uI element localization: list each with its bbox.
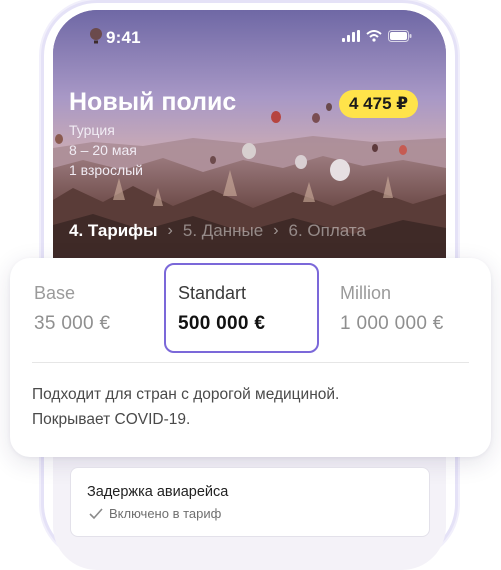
wifi-icon	[366, 30, 382, 42]
plan-option-million[interactable]: Million 1 000 000 €	[326, 263, 481, 353]
trip-country: Турция	[69, 122, 115, 138]
check-icon	[89, 507, 103, 519]
tariff-selector-card: Base 35 000 € Standart 500 000 € Million…	[10, 258, 491, 457]
trip-dates: 8 – 20 мая	[69, 142, 137, 158]
plan-option-base[interactable]: Base 35 000 €	[20, 263, 175, 353]
cellular-signal-icon	[342, 30, 360, 42]
plan-name: Million	[340, 283, 392, 303]
battery-icon	[388, 30, 412, 42]
trip-travelers: 1 взрослый	[69, 162, 143, 178]
plan-name: Standart	[178, 283, 247, 303]
plan-coverage: 35 000 €	[34, 313, 111, 334]
balloon-logo-icon	[90, 28, 102, 44]
policy-title: Новый полис	[69, 88, 237, 116]
plan-description-line: Подходит для стран с дорогой медициной.	[32, 386, 340, 403]
step-tariffs[interactable]: 4. Тарифы	[69, 221, 158, 241]
status-time: 9:41	[106, 28, 141, 47]
option-status-text: Включено в тариф	[109, 506, 222, 521]
option-status: Включено в тариф	[89, 506, 221, 521]
option-card-flight-delay[interactable]: Задержка авиарейса Включено в тариф	[70, 467, 430, 537]
option-title: Задержка авиарейса	[87, 484, 229, 500]
status-bar: 9:41	[53, 10, 446, 54]
step-payment[interactable]: 6. Оплата	[289, 221, 366, 241]
plan-name: Base	[34, 283, 76, 303]
chevron-right-icon: ›	[167, 222, 173, 239]
chevron-right-icon: ›	[273, 222, 279, 239]
status-icons	[342, 30, 412, 42]
price-badge: 4 475 ₽	[339, 90, 419, 118]
plan-coverage: 1 000 000 €	[340, 313, 444, 334]
divider	[32, 362, 469, 363]
plan-description-line: Покрывает COVID-19.	[32, 411, 191, 428]
step-data[interactable]: 5. Данные	[183, 221, 263, 241]
plan-option-standart[interactable]: Standart 500 000 €	[164, 263, 319, 353]
checkout-steps: 4. Тарифы › 5. Данные › 6. Оплата	[69, 221, 366, 241]
plan-coverage: 500 000 €	[178, 313, 266, 334]
hero-banner: 9:41 Новый полис 4 475 ₽ Турция 8 – 20 м…	[53, 10, 446, 260]
